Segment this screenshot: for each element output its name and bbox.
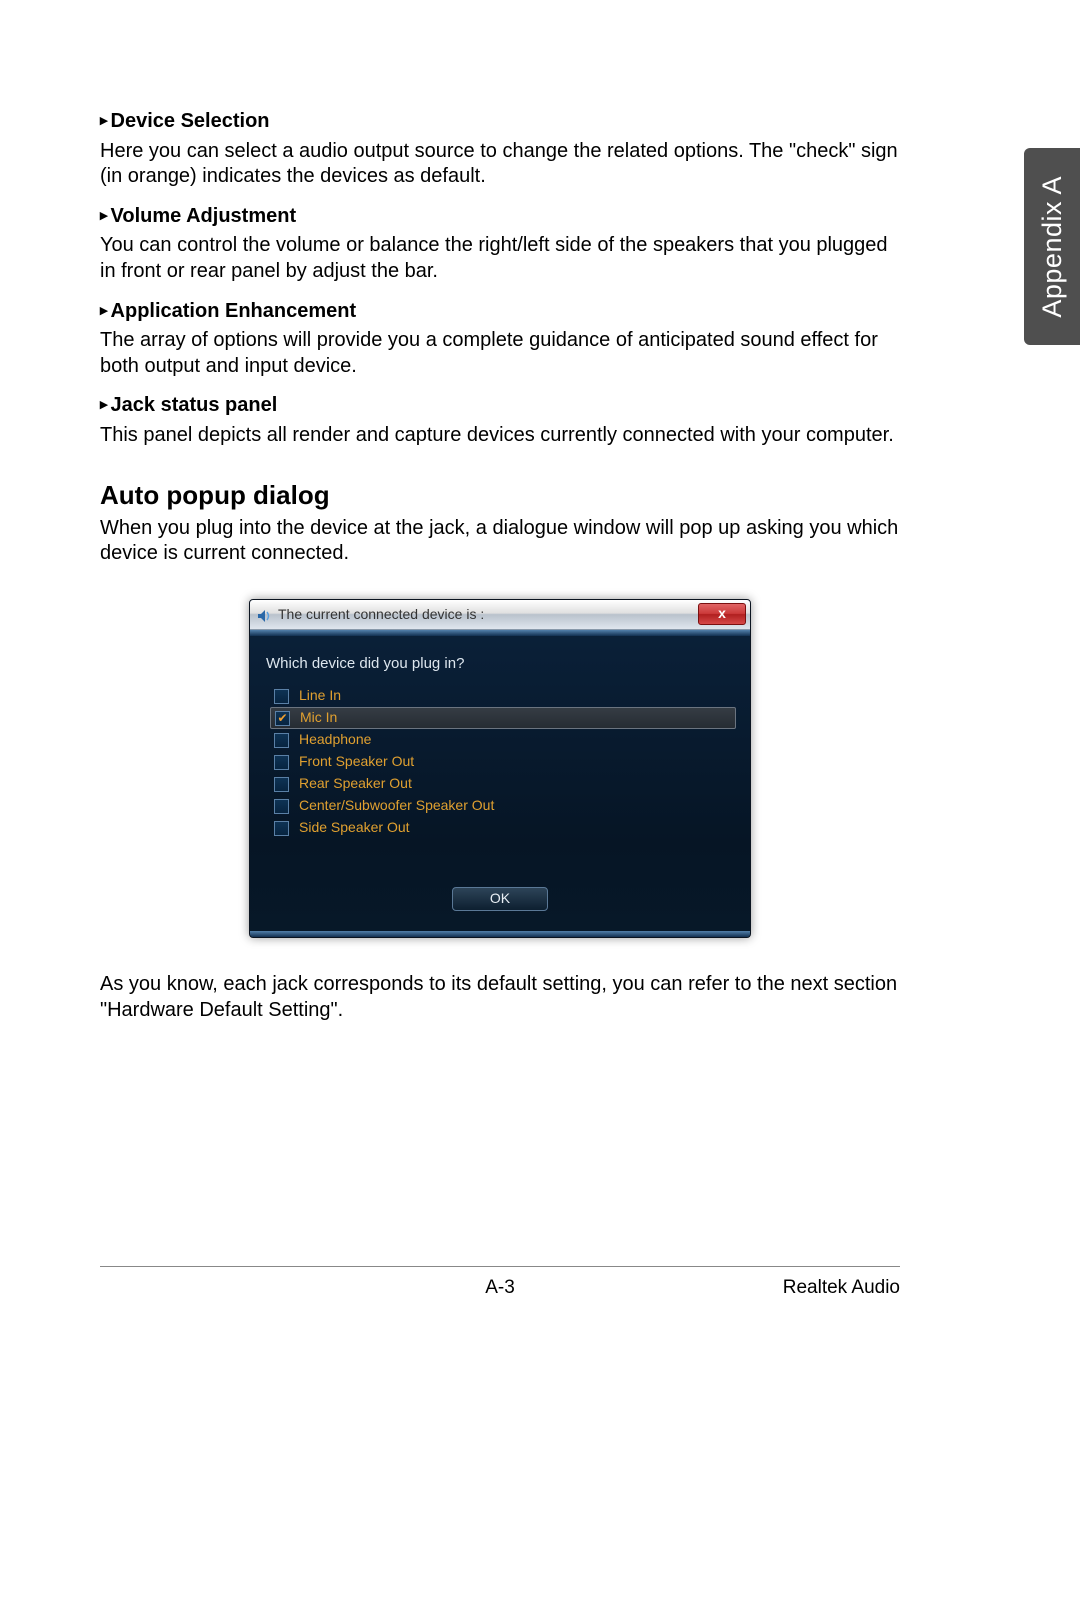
section-title-text: Volume Adjustment	[111, 205, 297, 227]
device-label: Center/Subwoofer Speaker Out	[299, 797, 494, 815]
device-option-side-speaker-out[interactable]: Side Speaker Out	[270, 817, 736, 839]
close-button[interactable]: x	[698, 603, 746, 625]
section-title-text: Application Enhancement	[111, 300, 357, 322]
page-content: Device Selection Here you can select a a…	[100, 95, 900, 1023]
footer-right: Realtek Audio	[783, 1277, 900, 1299]
dialog-title: The current connected device is :	[278, 606, 484, 624]
device-list: Line In Mic In Headphone Front Spea	[270, 685, 736, 839]
device-label: Front Speaker Out	[299, 753, 414, 771]
dialog-button-row: OK	[264, 887, 736, 911]
checkbox-icon[interactable]	[274, 689, 289, 704]
section-body: You can control the volume or balance th…	[100, 233, 900, 284]
dialog-bottom-edge	[250, 931, 750, 937]
device-label: Mic In	[300, 709, 337, 727]
device-label: Side Speaker Out	[299, 819, 410, 837]
section-body: The array of options will provide you a …	[100, 328, 900, 379]
device-option-front-speaker-out[interactable]: Front Speaker Out	[270, 751, 736, 773]
page: Appendix A Device Selection Here you can…	[0, 0, 1080, 1619]
speaker-icon	[256, 606, 272, 622]
dialog-body: Which device did you plug in? Line In Mi…	[250, 636, 750, 931]
device-option-mic-in[interactable]: Mic In	[270, 707, 736, 729]
checkbox-icon[interactable]	[274, 799, 289, 814]
device-label: Headphone	[299, 731, 371, 749]
checkbox-icon[interactable]	[275, 711, 290, 726]
section-title-application-enhancement: Application Enhancement	[100, 299, 900, 325]
section-title-jack-status-panel: Jack status panel	[100, 393, 900, 419]
section-body: This panel depicts all render and captur…	[100, 423, 900, 449]
device-label: Rear Speaker Out	[299, 775, 412, 793]
section-title-volume-adjustment: Volume Adjustment	[100, 204, 900, 230]
checkbox-icon[interactable]	[274, 821, 289, 836]
page-footer: A-3 Realtek Audio	[100, 1277, 900, 1299]
dialog-titlebar: The current connected device is : x	[250, 600, 750, 630]
heading-auto-popup-dialog: Auto popup dialog	[100, 479, 900, 512]
dialog-window: The current connected device is : x Whic…	[249, 599, 751, 938]
checkbox-icon[interactable]	[274, 755, 289, 770]
appendix-tab-label: Appendix A	[1037, 176, 1068, 318]
appendix-tab: Appendix A	[1024, 148, 1080, 345]
page-number: A-3	[485, 1277, 515, 1299]
heading-body: When you plug into the device at the jac…	[100, 516, 900, 567]
checkbox-icon[interactable]	[274, 733, 289, 748]
dialog-prompt: Which device did you plug in?	[266, 654, 736, 673]
section-title-device-selection: Device Selection	[100, 109, 900, 135]
ok-button[interactable]: OK	[452, 887, 548, 911]
section-title-text: Jack status panel	[111, 394, 278, 416]
dialog-screenshot: The current connected device is : x Whic…	[100, 599, 900, 938]
footer-rule	[100, 1266, 900, 1267]
device-option-headphone[interactable]: Headphone	[270, 729, 736, 751]
section-body: Here you can select a audio output sourc…	[100, 139, 900, 190]
ok-button-label: OK	[490, 890, 510, 908]
device-option-rear-speaker-out[interactable]: Rear Speaker Out	[270, 773, 736, 795]
device-option-center-subwoofer-speaker-out[interactable]: Center/Subwoofer Speaker Out	[270, 795, 736, 817]
checkbox-icon[interactable]	[274, 777, 289, 792]
device-label: Line In	[299, 687, 341, 705]
after-dialog-text: As you know, each jack corresponds to it…	[100, 972, 900, 1023]
section-title-text: Device Selection	[111, 110, 270, 132]
device-option-line-in[interactable]: Line In	[270, 685, 736, 707]
close-icon: x	[718, 605, 726, 623]
